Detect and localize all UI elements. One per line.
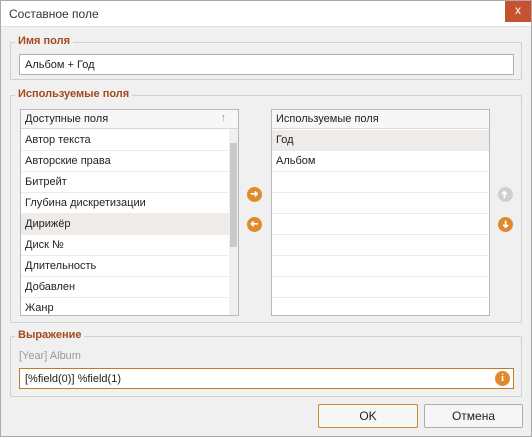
list-item-selected[interactable]: Дирижёр: [21, 214, 231, 235]
expression-value: [%field(0)] %field(1): [25, 373, 121, 385]
list-item[interactable]: Жанр: [21, 298, 231, 315]
arrow-left-icon: ➜: [250, 219, 259, 230]
used-fields-list[interactable]: Используемые поля Год Альбом: [271, 109, 490, 316]
list-item: [272, 256, 489, 277]
list-item: [272, 193, 489, 214]
list-item[interactable]: Авторские права: [21, 151, 231, 172]
list-item: [272, 235, 489, 256]
list-item[interactable]: Диск №: [21, 235, 231, 256]
list-item-selected[interactable]: Год: [272, 130, 489, 151]
scrollbar-thumb[interactable]: [230, 143, 237, 247]
close-button[interactable]: x: [505, 1, 531, 22]
arrow-down-icon: ➜: [499, 220, 511, 229]
expression-legend: Выражение: [15, 329, 85, 341]
ok-button[interactable]: OK: [318, 404, 418, 428]
available-fields-list[interactable]: Доступные поля ↑ Автор текста Авторские …: [20, 109, 239, 316]
list-item[interactable]: Битрейт: [21, 172, 231, 193]
list-item[interactable]: Длительность: [21, 256, 231, 277]
sort-ascending-icon[interactable]: ↑: [221, 112, 227, 124]
used-fields-header-label: Используемые поля: [276, 113, 379, 125]
field-name-legend: Имя поля: [15, 35, 74, 47]
move-up-button[interactable]: ➜: [498, 187, 513, 202]
arrow-right-icon: ➜: [250, 189, 259, 200]
field-name-input[interactable]: Альбом + Год: [19, 54, 514, 75]
window-title: Составное поле: [9, 7, 99, 21]
list-item[interactable]: Альбом: [272, 151, 489, 172]
move-right-button[interactable]: ➜: [247, 187, 262, 202]
available-fields-header-label: Доступные поля: [25, 113, 109, 125]
cancel-button[interactable]: Отмена: [424, 404, 523, 428]
move-left-button[interactable]: ➜: [247, 217, 262, 232]
used-fields-legend: Используемые поля: [15, 88, 133, 100]
list-item: [272, 214, 489, 235]
info-icon[interactable]: i: [495, 371, 510, 386]
arrow-up-icon: ➜: [499, 190, 511, 199]
available-fields-header[interactable]: Доступные поля ↑: [21, 110, 238, 129]
expression-preview: [Year] Album: [19, 350, 81, 362]
list-item: [272, 172, 489, 193]
expression-input[interactable]: [%field(0)] %field(1) i: [19, 368, 514, 389]
titlebar: Составное поле x: [1, 1, 531, 27]
list-item[interactable]: Добавлен: [21, 277, 231, 298]
dialog-window: Составное поле x Имя поля Альбом + Год И…: [0, 0, 532, 437]
list-item[interactable]: Автор текста: [21, 130, 231, 151]
list-item[interactable]: Глубина дискретизации: [21, 193, 231, 214]
move-down-button[interactable]: ➜: [498, 217, 513, 232]
used-fields-header[interactable]: Используемые поля: [272, 110, 489, 129]
list-item: [272, 277, 489, 298]
available-list-scrollbar[interactable]: [229, 129, 238, 315]
